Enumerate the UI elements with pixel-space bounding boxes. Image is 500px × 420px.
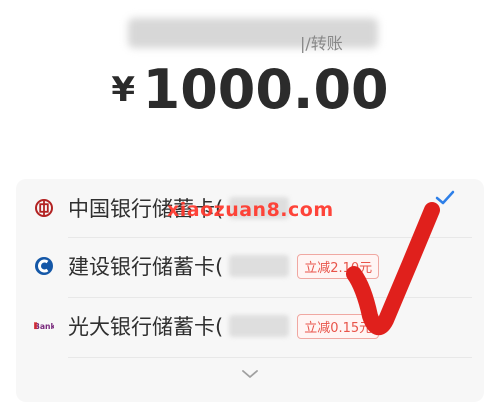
masked-card-number bbox=[229, 315, 290, 337]
header-partial-text: |/转账 bbox=[300, 34, 343, 53]
masked-card-number bbox=[229, 255, 290, 277]
boc-icon bbox=[34, 198, 54, 218]
bank-name-label: 建设银行储蓄卡( bbox=[68, 255, 224, 279]
chevron-down-icon[interactable] bbox=[241, 365, 259, 384]
watermark: xiaozuan8.com bbox=[167, 199, 334, 221]
ccb-icon bbox=[34, 256, 54, 276]
bank-name-label: 光大银行储蓄卡( bbox=[68, 315, 224, 339]
ceb-icon: Bank bbox=[34, 316, 54, 336]
divider bbox=[68, 357, 472, 358]
currency-symbol: ¥ bbox=[111, 69, 136, 110]
amount-value: 1000.00 bbox=[142, 58, 389, 121]
red-checkmark-annotation bbox=[346, 202, 440, 336]
payment-amount: ¥ 1000.00 bbox=[0, 58, 500, 121]
